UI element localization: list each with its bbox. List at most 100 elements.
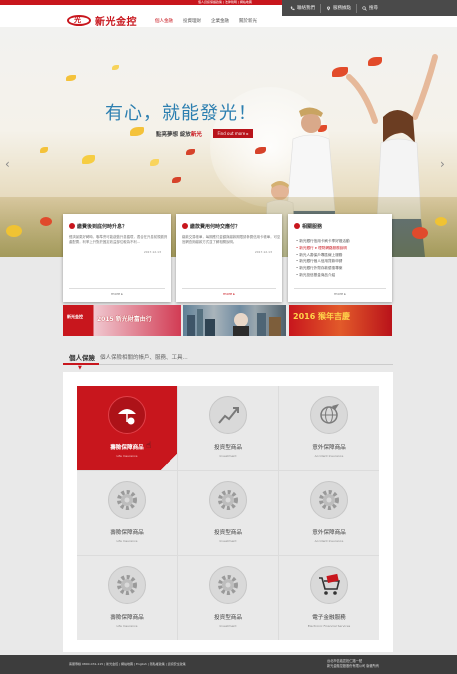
search-label: 搜尋 — [369, 6, 378, 11]
tile-sub: Investment — [219, 454, 237, 458]
product-tile[interactable]: 投資型商品 Investment — [178, 556, 278, 640]
hero-subtitle-highlight: 新光 — [190, 132, 202, 138]
tile-sub: Accident Insurance — [314, 454, 344, 458]
card-title: 繳費後到底何時升息？ — [77, 224, 128, 230]
section-divider — [63, 364, 393, 365]
section-title[interactable]: 個人保險 — [69, 352, 95, 362]
tile-label: 壽險保障商品 — [110, 530, 144, 536]
hero-subtitle-prefix: 點亮夢想 綻放 — [156, 132, 191, 138]
footer-info: 台北市信義區松仁路一號 新光金融控股股份有限公司 版權所有 — [327, 659, 379, 669]
hero-subtitle: 點亮夢想 綻放新光 — [156, 130, 202, 138]
petal-decoration — [82, 155, 95, 164]
product-grid: 壽險保障商品 Life Insurance 投資型商品 Investment 意… — [63, 372, 393, 652]
city-skyline-image — [187, 309, 281, 336]
bullet-icon — [182, 223, 188, 229]
tile-sub: Investment — [219, 539, 237, 543]
promo-banner[interactable]: 新光金控 2015 新光財富由行 — [63, 305, 181, 336]
bullet-icon — [69, 223, 75, 229]
service-item[interactable]: • 新光投信基金商品介紹 — [296, 272, 350, 279]
gear-icon — [108, 481, 146, 519]
service-item[interactable]: • 新光銀行 e 理財網路服務說明 — [296, 245, 350, 252]
umbrella-coin-icon — [108, 396, 146, 434]
tile-sub: Electronic Financial Services — [307, 624, 351, 628]
flower-decoration — [40, 217, 52, 226]
divider — [294, 288, 386, 289]
card-title: 繳款費用何時交應付？ — [190, 224, 241, 230]
search-link[interactable]: 搜尋 — [362, 5, 378, 11]
product-tile[interactable]: 投資型商品 Investment — [178, 471, 278, 555]
tile-label: 投資型商品 — [214, 615, 242, 621]
tile-label: 投資型商品 — [214, 445, 242, 451]
petal-decoration — [186, 149, 195, 155]
news-card[interactable]: 繳款費用何時交應付？ 繳款交易帳單，每期應付金額與繳款期限請參閱信用卡帳單，可至… — [176, 214, 282, 302]
tile-label: 意外保障商品 — [312, 530, 346, 536]
promo-banner[interactable]: 2016 猴年吉慶 — [289, 305, 392, 336]
gear-icon — [108, 566, 146, 604]
product-tile[interactable]: 壽險保障商品 Life Insurance — [77, 386, 177, 470]
bullet-icon — [294, 223, 300, 229]
tile-label: 壽險保障商品 — [110, 615, 144, 621]
cart-card-icon — [310, 566, 348, 604]
contact-label: 聯絡我們 — [297, 6, 315, 11]
tile-sub: Life Insurance — [116, 454, 138, 458]
tile-label: 壽險保障商品 — [110, 445, 144, 451]
more-link[interactable]: more ▸ — [176, 292, 282, 296]
find-out-more-button[interactable]: Find out more ▸ — [213, 129, 253, 138]
more-link[interactable]: more ▸ — [63, 292, 171, 296]
footer-copyright: 新光金融控股股份有限公司 版權所有 — [327, 664, 380, 668]
tile-corner-fold — [161, 454, 177, 470]
news-card[interactable]: 繳費後到底何時升息？ 經濟景氣好轉時，聯準會可能啟動升息循環，適合在升息前規劃資… — [63, 214, 171, 302]
tile-label: 意外保障商品 — [312, 445, 346, 451]
card-date: 2017.12.13 — [143, 250, 161, 254]
services-list: • 新光銀行信用卡刷卡享好禮活動 • 新光銀行 e 理財網路服務說明 • 新光人… — [296, 238, 350, 279]
card-body: 經濟景氣好轉時，聯準會可能啟動升息循環，適合在升息前規劃資產配置，利率上升對於固… — [69, 235, 168, 244]
phone-icon — [290, 6, 295, 10]
tile-label: 電子金融服務 — [312, 615, 346, 621]
flower-decoration — [6, 225, 22, 237]
logo[interactable]: 新光金控 — [67, 13, 137, 28]
gear-icon — [209, 566, 247, 604]
tile-sub: Life Insurance — [116, 539, 138, 543]
utility-bar: 聯絡我們 服務據點 搜尋 — [282, 0, 457, 16]
service-label: 服務據點 — [333, 6, 351, 11]
product-tile[interactable]: 投資型商品 Investment — [178, 386, 278, 470]
tile-label: 投資型商品 — [214, 530, 242, 536]
chevron-right-icon[interactable]: › — [440, 157, 445, 171]
divider — [69, 288, 165, 289]
petal-decoration — [112, 65, 119, 70]
card-title: 相關服務 — [302, 224, 323, 230]
petal-decoration — [150, 159, 159, 166]
caret-down-icon: ▼ — [78, 365, 82, 371]
search-icon — [362, 5, 367, 11]
petal-decoration — [172, 177, 181, 183]
petal-decoration — [130, 127, 144, 136]
chevron-left-icon[interactable]: ‹ — [5, 157, 10, 171]
service-link[interactable]: 服務據點 — [326, 5, 351, 11]
petal-decoration — [40, 147, 48, 153]
more-link[interactable]: more ▸ — [288, 292, 392, 296]
promo-banner[interactable] — [183, 305, 286, 336]
product-tile[interactable]: 壽險保障商品 Life Insurance — [77, 556, 177, 640]
tile-sub: Life Insurance — [116, 624, 138, 628]
product-tile[interactable]: 意外保障商品 Accident Insurance — [279, 386, 379, 470]
product-tile[interactable]: 電子金融服務 Electronic Financial Services — [279, 556, 379, 640]
service-item[interactable]: • 新光銀行個人信用貸款申請 — [296, 258, 350, 265]
footer-links[interactable]: 客服專線 0800-031-115 | 新光金控 | 網站地圖 | Englis… — [69, 662, 186, 666]
site-footer: 客服專線 0800-031-115 | 新光金控 | 網站地圖 | Englis… — [0, 655, 457, 674]
service-item[interactable]: • 新光銀行外幣存款優惠專案 — [296, 265, 350, 272]
product-tile[interactable]: 壽險保障商品 Life Insurance — [77, 471, 177, 555]
pointer-cursor-icon: ☝ — [146, 441, 152, 451]
service-item[interactable]: • 新光銀行信用卡刷卡享好禮活動 — [296, 238, 350, 245]
separator — [356, 3, 357, 13]
contact-link[interactable]: 聯絡我們 — [290, 5, 315, 11]
section-description: 個人保險相關的帳戶、服務、工具... — [100, 355, 188, 361]
related-services-card: 相關服務 • 新光銀行信用卡刷卡享好禮活動 • 新光銀行 e 理財網路服務說明 … — [288, 214, 392, 302]
globe-plane-icon — [310, 396, 348, 434]
promo-text: 2016 猴年吉慶 — [293, 312, 351, 321]
map-pin-icon — [327, 6, 330, 10]
service-item[interactable]: • 新光人壽保戶專區線上服務 — [296, 252, 350, 259]
flower-decoration — [412, 227, 428, 239]
product-tile[interactable]: 意外保障商品 Accident Insurance — [279, 471, 379, 555]
card-date: 2017.12.13 — [254, 250, 272, 254]
logo-mark-icon — [67, 15, 91, 26]
